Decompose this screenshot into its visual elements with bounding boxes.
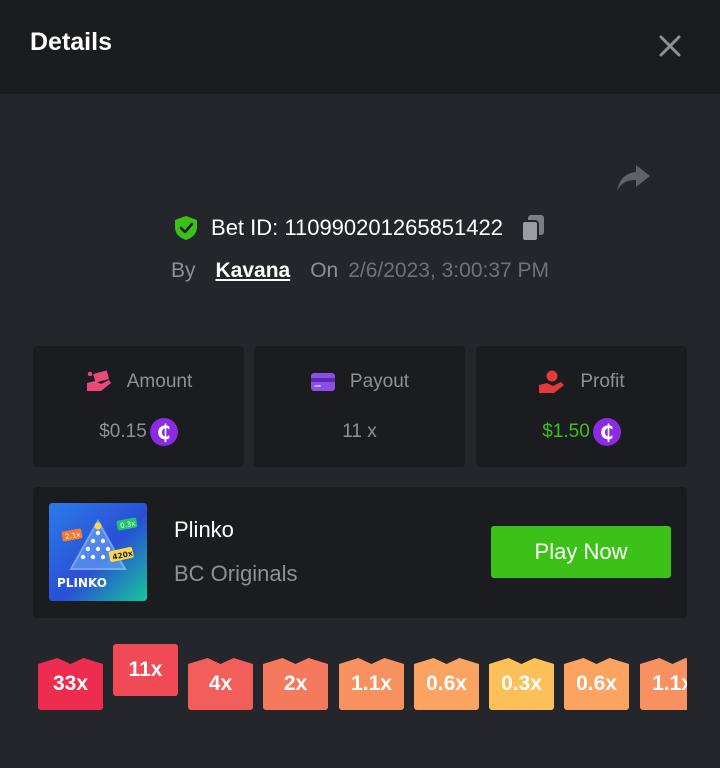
thumb-title: PLINKO — [57, 576, 107, 590]
payout-card: Payout 11 x — [254, 346, 465, 467]
dialog-title: Details — [30, 28, 112, 56]
share-icon — [617, 165, 650, 191]
user-link[interactable]: Kavana — [215, 259, 290, 283]
game-name[interactable]: Plinko — [174, 517, 234, 543]
profit-card: Profit $1.50 ₵ — [476, 346, 687, 467]
bet-id: Bet ID: 110990201265851422 — [211, 215, 503, 240]
game-card: 2.1x 0.3x 420x PLINKO Plinko BC Original… — [33, 487, 687, 618]
play-now-button[interactable]: Play Now — [491, 526, 671, 578]
dialog-header: Details — [0, 0, 720, 94]
hand-coin-icon — [539, 370, 565, 393]
profit-header: Profit — [476, 368, 687, 396]
bet-meta-row: By Kavana On 2/6/2023, 3:00:37 PM — [0, 254, 720, 288]
multiplier-slot: 33x — [38, 658, 103, 710]
profit-value: $1.50 — [542, 421, 590, 442]
payout-header: Payout — [254, 368, 465, 396]
multiplier-slot: 1.1x — [339, 658, 404, 710]
profit-value-row: $1.50 ₵ — [476, 416, 687, 448]
payout-value-row: 11 x — [254, 416, 465, 448]
copy-icon — [520, 215, 544, 242]
bet-id-row: Bet ID: 110990201265851422 — [0, 210, 720, 246]
on-label: On — [310, 259, 339, 282]
amount-header: Amount — [33, 368, 244, 396]
payout-value: 11 x — [342, 421, 377, 442]
close-button[interactable] — [650, 26, 690, 66]
multiplier-slot: 0.6x — [414, 658, 479, 710]
by-label: By — [170, 259, 196, 282]
multiplier-row: 33x 11x 4x 2x 1.1x 0.6x 0.3x 0.6x 1.1x — [38, 642, 687, 714]
amount-value-row: $0.15 ₵ — [33, 416, 244, 448]
bet-date: 2/6/2023, 3:00:37 PM — [348, 259, 550, 282]
profit-label: Profit — [580, 371, 625, 392]
verified-shield-icon — [173, 215, 199, 241]
close-icon — [659, 35, 681, 57]
copy-button[interactable] — [519, 213, 547, 243]
multiplier-slot: 1.1x — [640, 658, 687, 710]
multiplier-slot: 0.3x — [489, 658, 554, 710]
multiplier-slot: 2x — [263, 658, 328, 710]
coin-icon: ₵ — [592, 418, 621, 446]
amount-label: Amount — [126, 371, 193, 392]
multiplier-slot: 4x — [188, 658, 253, 710]
hand-money-icon — [86, 370, 111, 391]
game-thumbnail[interactable]: 2.1x 0.3x 420x PLINKO — [49, 503, 147, 601]
wallet-card-icon — [310, 373, 335, 391]
multiplier-slot: 0.6x — [564, 658, 629, 710]
share-button[interactable] — [612, 158, 656, 198]
game-provider: BC Originals — [174, 561, 298, 586]
amount-card: Amount $0.15 ₵ — [33, 346, 244, 467]
coin-icon: ₵ — [149, 418, 178, 446]
payout-label: Payout — [349, 371, 410, 392]
amount-value: $0.15 — [99, 421, 147, 442]
multiplier-slot: 11x — [113, 644, 178, 696]
